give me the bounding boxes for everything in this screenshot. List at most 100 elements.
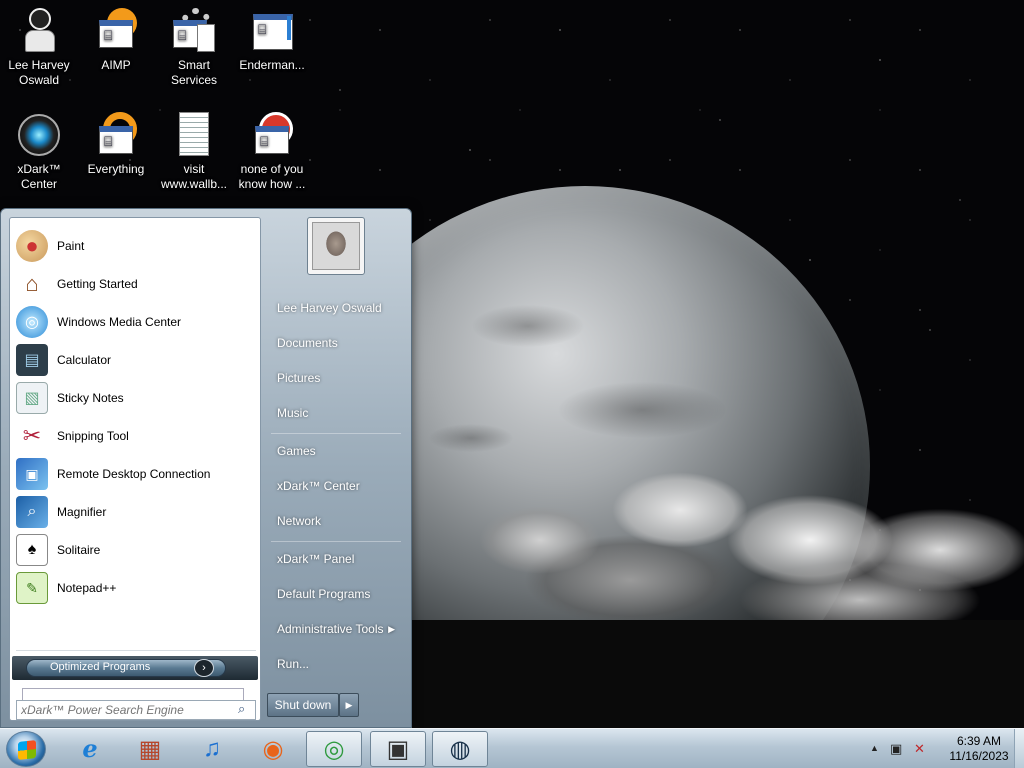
place-run[interactable]: Run...	[267, 649, 405, 679]
place-label: Lee Harvey Oswald	[277, 301, 382, 315]
place-pictures[interactable]: Pictures	[267, 363, 405, 393]
media-player-icon: ▣	[386, 735, 410, 763]
chevron-right-icon: ▶	[345, 700, 353, 710]
playing-card-icon: ♠	[16, 534, 48, 566]
place-label: xDark™ Panel	[277, 552, 355, 566]
everything-icon	[93, 112, 139, 158]
programs-divider	[16, 650, 256, 651]
music-note-icon: ♫	[203, 735, 221, 762]
place-label: Games	[277, 444, 316, 458]
program-calculator[interactable]: ▤ Calculator	[12, 341, 258, 379]
program-sticky-notes[interactable]: ▧ Sticky Notes	[12, 379, 258, 417]
volume-muted-icon[interactable]: ✕	[914, 741, 925, 757]
taskbar-chrome[interactable]: ◎	[306, 731, 362, 767]
xdark-orb-icon	[16, 112, 62, 158]
notepad-plus-icon: ✎	[16, 572, 48, 604]
start-menu-places-pane: Lee Harvey Oswald Documents Pictures Mus…	[263, 217, 409, 721]
taskbar-firefox[interactable]: ◉	[245, 731, 301, 767]
media-center-icon: ◎	[16, 306, 48, 338]
program-snipping-tool[interactable]: ✂ Snipping Tool	[12, 417, 258, 455]
place-documents[interactable]: Documents	[267, 328, 405, 358]
steam-icon: ◍	[449, 735, 471, 763]
program-label: Magnifier	[57, 505, 107, 519]
desktop-icon-smart-services[interactable]: Smart Services	[156, 8, 232, 88]
search-input[interactable]	[16, 700, 256, 720]
program-magnifier[interactable]: ⌕ Magnifier	[12, 493, 258, 531]
desktop-icon-xdark-center[interactable]: xDark™ Center	[1, 112, 77, 192]
program-windows-media-center[interactable]: ◎ Windows Media Center	[12, 303, 258, 341]
internet-explorer-icon: ℯ	[82, 735, 98, 763]
clock[interactable]: 6:39 AM 11/16/2023	[940, 734, 1018, 764]
taskbar-store[interactable]: ▦	[122, 731, 178, 767]
place-administrative-tools[interactable]: Administrative Tools ▶	[267, 614, 405, 644]
program-label: Calculator	[57, 353, 112, 367]
store-icon: ▦	[138, 735, 162, 763]
desktop-icon-aimp[interactable]: AIMP	[78, 8, 154, 73]
shutdown-button[interactable]: Shut down	[267, 693, 339, 717]
desktop-icon-enderman[interactable]: Enderman...	[234, 8, 310, 73]
taskbar-steam[interactable]: ◍	[432, 731, 488, 767]
place-xdark-center[interactable]: xDark™ Center	[267, 471, 405, 501]
start-menu-programs-pane: ● Paint ⌂ Getting Started ◎ Windows Medi…	[9, 217, 261, 721]
shutdown-options-button[interactable]: ▶	[339, 693, 359, 717]
start-button[interactable]	[6, 731, 46, 767]
optimized-programs-button[interactable]: Optimized Programs ›	[12, 656, 258, 680]
program-getting-started[interactable]: ⌂ Getting Started	[12, 265, 258, 303]
program-label: Getting Started	[57, 277, 138, 291]
place-xdark-panel[interactable]: xDark™ Panel	[267, 544, 405, 574]
user-avatar[interactable]	[307, 217, 365, 275]
desktop-icon-label: Smart Services	[170, 58, 217, 87]
place-default-programs[interactable]: Default Programs	[267, 579, 405, 609]
user-photo	[312, 222, 360, 270]
desktop-icon-label: Lee Harvey Oswald	[8, 58, 70, 87]
place-label: Documents	[277, 336, 338, 350]
place-label: Pictures	[277, 371, 321, 385]
firefox-icon: ◉	[262, 735, 284, 763]
place-user-folder[interactable]: Lee Harvey Oswald	[267, 293, 405, 323]
desktop-icon-everything[interactable]: Everything	[78, 112, 154, 177]
show-hidden-icons-icon[interactable]: ▲	[870, 743, 879, 753]
chrome-icon: ◎	[323, 735, 345, 763]
chevron-right-icon: ›	[194, 659, 214, 677]
getting-started-icon: ⌂	[25, 271, 39, 296]
program-solitaire[interactable]: ♠ Solitaire	[12, 531, 258, 569]
clock-time: 6:39 AM	[956, 734, 1002, 748]
window-icon	[249, 112, 295, 158]
place-label: Administrative Tools	[277, 622, 384, 636]
program-label: Remote Desktop Connection	[57, 467, 211, 481]
desktop-icon-label: none of you know how ...	[238, 162, 306, 191]
place-games[interactable]: Games	[267, 436, 405, 466]
place-label: xDark™ Center	[277, 479, 360, 493]
program-label: Windows Media Center	[57, 315, 182, 329]
program-paint[interactable]: ● Paint	[12, 227, 258, 265]
program-notepad-plus-plus[interactable]: ✎ Notepad++	[12, 569, 258, 607]
program-label: Sticky Notes	[57, 391, 124, 405]
desktop-icon-none-of-you[interactable]: none of you know how ...	[234, 112, 310, 192]
network-icon[interactable]: ▣	[890, 741, 902, 757]
place-label: Run...	[277, 657, 310, 671]
program-label: Paint	[57, 239, 85, 253]
sticky-notes-icon: ▧	[16, 382, 48, 414]
snipping-tool-icon: ✂	[22, 423, 42, 448]
desktop-icon-visit-wallb[interactable]: visit www.wallb...	[156, 112, 232, 192]
clock-date: 11/16/2023	[949, 749, 1009, 763]
search-icon[interactable]: ⌕	[238, 701, 245, 717]
taskbar-media-player[interactable]: ▣	[370, 731, 426, 767]
desktop-icon-lee-harvey-oswald[interactable]: Lee Harvey Oswald	[1, 8, 77, 88]
desktop-icon-label: xDark™ Center	[17, 162, 61, 191]
program-remote-desktop-connection[interactable]: ▣ Remote Desktop Connection	[12, 455, 258, 493]
places-separator	[271, 433, 401, 434]
place-music[interactable]: Music	[267, 398, 405, 428]
user-figure-icon	[16, 8, 62, 54]
text-document-icon	[171, 112, 217, 158]
desktop-icon-label: Everything	[87, 162, 145, 176]
taskbar-music[interactable]: ♫	[184, 731, 240, 767]
place-label: Network	[277, 514, 322, 528]
taskbar: ℯ ▦ ♫ ◉ ◎ ▣ ◍ ▲ ▣ ✕ 6:39 AM 11/16/2023	[0, 728, 1024, 768]
show-desktop-button[interactable]	[1014, 729, 1024, 768]
place-network[interactable]: Network	[267, 506, 405, 536]
program-label: Snipping Tool	[57, 429, 129, 443]
system-tray: ▲ ▣ ✕ 6:39 AM 11/16/2023	[862, 729, 1024, 768]
windows-logo-icon	[18, 740, 36, 760]
taskbar-internet-explorer[interactable]: ℯ	[62, 731, 118, 767]
